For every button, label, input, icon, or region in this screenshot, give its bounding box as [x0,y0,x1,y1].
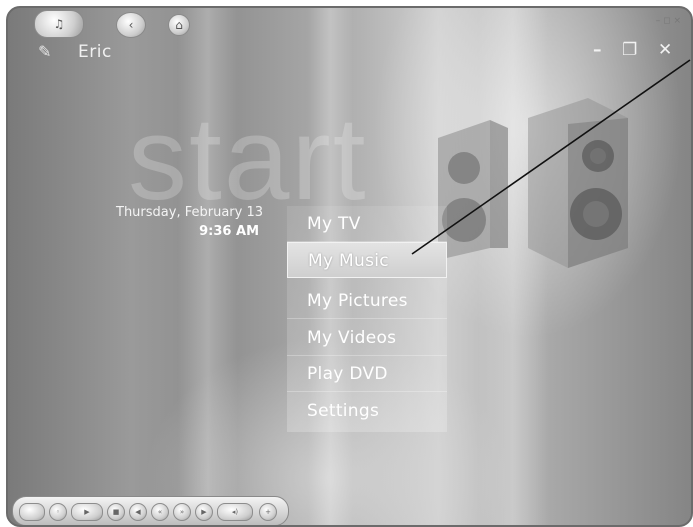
callout-line [411,59,691,255]
